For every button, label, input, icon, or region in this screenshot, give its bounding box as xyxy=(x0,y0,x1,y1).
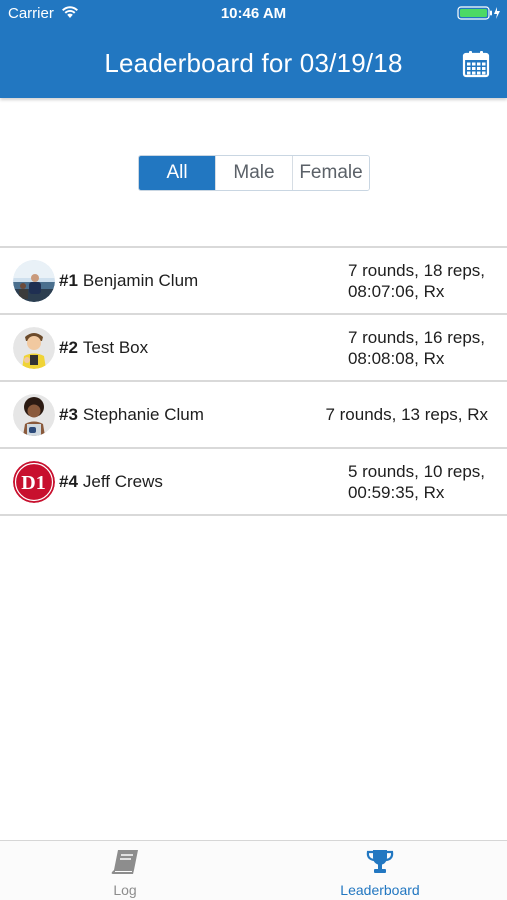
tab-log[interactable]: Log xyxy=(0,841,254,900)
athlete-name-cell: #2 Test Box xyxy=(59,315,148,380)
athlete-name-cell: #1 Benjamin Clum xyxy=(59,248,198,313)
tab-label: Leaderboard xyxy=(340,882,420,898)
leaderboard-row[interactable]: #2 Test Box 7 rounds, 16 reps, 08:08:08,… xyxy=(0,315,507,382)
leaderboard-row[interactable]: D1 #4 Jeff Crews 5 rounds, 10 reps, 00:5… xyxy=(0,449,507,516)
score-line: 7 rounds, 13 reps, Rx xyxy=(325,405,488,424)
svg-text:D1: D1 xyxy=(21,472,45,494)
athlete-name: Test Box xyxy=(82,337,149,357)
athlete-name: Jeff Crews xyxy=(82,471,163,491)
score: 5 rounds, 10 reps, 00:59:35, Rx xyxy=(348,449,485,514)
avatar xyxy=(13,327,55,369)
leaderboard-row[interactable]: #3 Stephanie Clum 7 rounds, 13 reps, Rx xyxy=(0,382,507,449)
avatar xyxy=(13,394,55,436)
athlete-name-cell: #4 Jeff Crews xyxy=(59,449,163,514)
filter-male[interactable]: Male xyxy=(215,156,292,190)
rank-label: #2 xyxy=(59,337,78,357)
score: 7 rounds, 13 reps, Rx xyxy=(325,382,488,447)
score-line: 7 rounds, 16 reps, xyxy=(347,327,485,347)
leaderboard-row[interactable]: #1 Benjamin Clum 7 rounds, 18 reps, 08:0… xyxy=(0,248,507,315)
score: 7 rounds, 18 reps, 08:07:06, Rx xyxy=(348,248,485,313)
tab-leaderboard[interactable]: Leaderboard xyxy=(253,841,507,900)
book-icon xyxy=(111,850,138,874)
gender-filter: All Male Female xyxy=(138,155,370,191)
score-line: 5 rounds, 10 reps, xyxy=(347,461,485,481)
avatar xyxy=(13,260,55,302)
battery-icon xyxy=(457,6,500,20)
calendar-icon[interactable] xyxy=(462,50,490,78)
app-header: Carrier 10:46 AM Leaderboard for 03/19/1… xyxy=(0,0,507,98)
rank-label: #4 xyxy=(59,471,78,491)
status-bar: Carrier 10:46 AM xyxy=(0,0,507,28)
score: 7 rounds, 16 reps, 08:08:08, Rx xyxy=(348,315,485,380)
leaderboard-screen: Carrier 10:46 AM Leaderboard for 03/19/1… xyxy=(0,0,507,900)
rank-label: #3 xyxy=(59,404,78,424)
tab-bar: Log Leaderboard xyxy=(0,840,507,900)
trophy-icon xyxy=(366,850,394,873)
athlete-name-cell: #3 Stephanie Clum xyxy=(59,382,204,447)
score-line: 7 rounds, 18 reps, xyxy=(347,260,485,280)
rank-label: #1 xyxy=(59,270,78,290)
athlete-name: Stephanie Clum xyxy=(82,404,204,424)
athlete-name: Benjamin Clum xyxy=(82,270,199,290)
score-line: 00:59:35, Rx xyxy=(347,482,445,502)
tab-label: Log xyxy=(113,882,137,898)
filter-all[interactable]: All xyxy=(139,156,215,190)
score-line: 08:08:08, Rx xyxy=(347,348,445,368)
filter-female[interactable]: Female xyxy=(292,156,369,190)
score-line: 08:07:06, Rx xyxy=(347,281,445,301)
d1-logo-avatar: D1 xyxy=(13,461,55,503)
leaderboard-list: #1 Benjamin Clum 7 rounds, 18 reps, 08:0… xyxy=(0,246,507,516)
status-time: 10:46 AM xyxy=(220,5,287,22)
page-title: Leaderboard for 03/19/18 xyxy=(104,48,403,78)
